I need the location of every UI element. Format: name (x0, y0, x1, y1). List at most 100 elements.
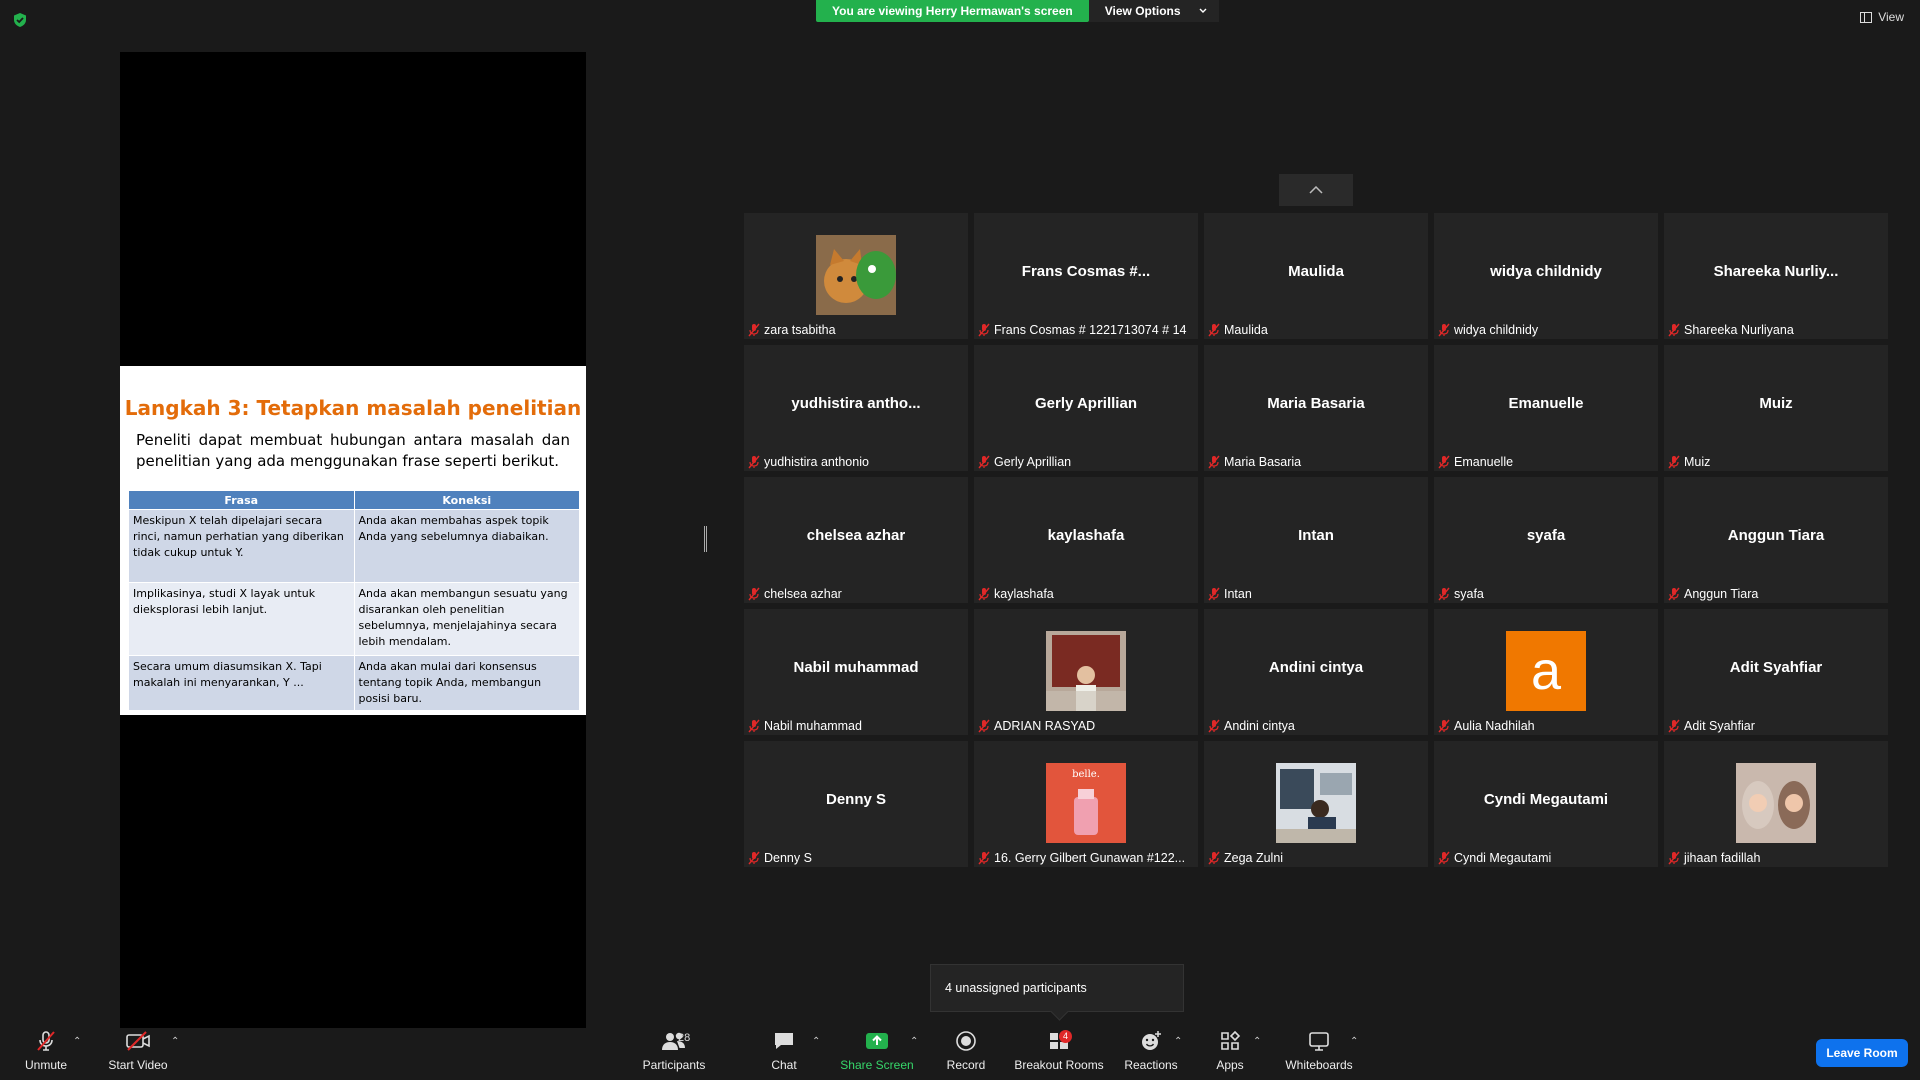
participant-tile[interactable]: Gerly Aprillian Gerly Aprillian (974, 345, 1198, 471)
gallery-page-up-button[interactable] (1279, 174, 1353, 206)
presentation-slide: Langkah 3: Tetapkan masalah penelitian P… (120, 366, 586, 715)
chat-button[interactable]: Chat (768, 1028, 800, 1076)
participant-display-name: Shareeka Nurliy... (1713, 263, 1839, 280)
participant-name: Maria Basaria (1224, 455, 1302, 469)
participant-tile[interactable]: syafa syafa (1434, 477, 1658, 603)
breakout-rooms-button[interactable]: 4 Breakout Rooms (1014, 1028, 1104, 1076)
participant-tile[interactable]: chelsea azhar chelsea azhar (744, 477, 968, 603)
participant-tile[interactable]: Zega Zulni (1204, 741, 1428, 867)
slide-table: Frasa Koneksi Meskipun X telah dipelajar… (128, 490, 580, 711)
avatar (1276, 763, 1356, 843)
participant-tile[interactable]: Anggun Tiara Anggun Tiara (1664, 477, 1888, 603)
whiteboards-button[interactable]: Whiteboards (1282, 1028, 1356, 1076)
participant-name: Maulida (1224, 323, 1268, 337)
view-button[interactable]: View (1860, 10, 1904, 24)
share-screen-icon (866, 1033, 888, 1049)
participant-name: jihaan fadillah (1684, 851, 1761, 865)
participant-name-label: Nabil muhammad (748, 719, 964, 733)
participant-tile[interactable]: Cyndi Megautami Cyndi Megautami (1434, 741, 1658, 867)
participant-name: Andini cintya (1224, 719, 1295, 733)
microphone-muted-icon (748, 719, 760, 733)
slide-body: Peneliti dapat membuat hubungan antara m… (136, 431, 570, 470)
whiteboard-icon (1309, 1032, 1329, 1051)
microphone-muted-icon (978, 719, 990, 733)
participant-display-name: Adit Syahfiar (1729, 659, 1823, 676)
unassigned-tooltip: 4 unassigned participants (930, 964, 1184, 1012)
participant-tile[interactable]: ADRIAN RASYAD (974, 609, 1198, 735)
participant-display-name: kaylashafa (1047, 527, 1125, 544)
leave-room-button[interactable]: Leave Room (1816, 1039, 1908, 1067)
participant-name-label: syafa (1438, 587, 1654, 601)
view-options-button[interactable]: View Options (1088, 0, 1219, 22)
resize-handle[interactable] (704, 526, 707, 552)
avatar (1736, 763, 1816, 843)
participant-tile[interactable]: Maria Basaria Maria Basaria (1204, 345, 1428, 471)
participant-name: Muiz (1684, 455, 1711, 469)
participant-tile[interactable]: Nabil muhammad Nabil muhammad (744, 609, 968, 735)
encryption-shield-icon[interactable] (12, 12, 28, 28)
record-label: Record (946, 1058, 986, 1072)
share-options-caret-icon[interactable]: ⌃ (910, 1036, 918, 1047)
view-options-label: View Options (1104, 4, 1181, 18)
participant-tile[interactable]: a Aulia Nadhilah (1434, 609, 1658, 735)
share-screen-button[interactable]: Share Screen (840, 1028, 914, 1076)
record-button[interactable]: Record (944, 1028, 988, 1076)
participant-tile[interactable]: Denny S Denny S (744, 741, 968, 867)
participant-tile[interactable]: Muiz Muiz (1664, 345, 1888, 471)
table-cell: Anda akan membahas aspek topik Anda yang… (353, 509, 580, 583)
participant-tile[interactable]: belle. 16. Gerry Gilbert Gunawan #122... (974, 741, 1198, 867)
participant-name-label: Cyndi Megautami (1438, 851, 1654, 865)
whiteboards-options-caret-icon[interactable]: ⌃ (1350, 1036, 1358, 1047)
view-label: View (1878, 10, 1904, 24)
participant-tile[interactable]: kaylashafa kaylashafa (974, 477, 1198, 603)
microphone-muted-icon (1438, 323, 1450, 337)
participant-display-name: Maulida (1288, 263, 1344, 280)
microphone-muted-icon (37, 1031, 55, 1051)
microphone-muted-icon (1208, 587, 1220, 601)
participant-tile[interactable]: Intan Intan (1204, 477, 1428, 603)
participant-name-label: Andini cintya (1208, 719, 1424, 733)
microphone-muted-icon (1668, 851, 1680, 865)
participant-tile[interactable]: yudhistira antho... yudhistira anthonio (744, 345, 968, 471)
participant-name-label: Anggun Tiara (1668, 587, 1884, 601)
participant-tile[interactable]: jihaan fadillah (1664, 741, 1888, 867)
participant-tile[interactable]: Adit Syahfiar Adit Syahfiar (1664, 609, 1888, 735)
avatar (816, 235, 896, 315)
chat-options-caret-icon[interactable]: ⌃ (812, 1036, 820, 1047)
video-options-caret-icon[interactable]: ⌃ (171, 1036, 179, 1047)
participant-name-label: Emanuelle (1438, 455, 1654, 469)
avatar: belle. (1046, 763, 1126, 843)
participants-button[interactable]: 28 Participants (642, 1028, 706, 1076)
breakout-rooms-label: Breakout Rooms (1014, 1058, 1104, 1072)
participant-name-label: kaylashafa (978, 587, 1194, 601)
apps-options-caret-icon[interactable]: ⌃ (1253, 1036, 1261, 1047)
participant-tile[interactable]: Maulida Maulida (1204, 213, 1428, 339)
participant-tile[interactable]: Andini cintya Andini cintya (1204, 609, 1428, 735)
participant-name-label: Gerly Aprillian (978, 455, 1194, 469)
table-cell: Anda akan membangun sesuatu yang disaran… (353, 582, 580, 656)
reactions-button[interactable]: Reactions (1124, 1028, 1178, 1076)
participant-tile[interactable]: Shareeka Nurliy... Shareeka Nurliyana (1664, 213, 1888, 339)
participant-tile[interactable]: zara tsabitha (744, 213, 968, 339)
start-video-button[interactable]: Start Video (106, 1028, 170, 1076)
participant-tile[interactable]: widya childnidy widya childnidy (1434, 213, 1658, 339)
apps-button[interactable]: Apps (1210, 1028, 1250, 1076)
microphone-muted-icon (1208, 719, 1220, 733)
microphone-muted-icon (1208, 455, 1220, 469)
slide-title: Langkah 3: Tetapkan masalah penelitian (124, 396, 582, 420)
reactions-options-caret-icon[interactable]: ⌃ (1174, 1036, 1182, 1047)
microphone-muted-icon (1668, 719, 1680, 733)
participant-tile[interactable]: Frans Cosmas #... Frans Cosmas # 12217130… (974, 213, 1198, 339)
chevron-down-icon (1199, 8, 1207, 13)
participant-tile[interactable]: Emanuelle Emanuelle (1434, 345, 1658, 471)
participant-display-name: widya childnidy (1490, 263, 1602, 280)
participant-display-name: Emanuelle (1508, 395, 1584, 412)
participant-name-label: Intan (1208, 587, 1424, 601)
participant-name: zara tsabitha (764, 323, 836, 337)
audio-options-caret-icon[interactable]: ⌃ (73, 1036, 81, 1047)
table-row: Secara umum diasumsikan X. Tapi makalah … (128, 655, 580, 711)
unmute-button[interactable]: Unmute (22, 1028, 70, 1076)
chevron-up-icon (1309, 186, 1323, 194)
start-video-label: Start Video (108, 1058, 168, 1072)
meeting-toolbar: Unmute ⌃ Start Video ⌃ 28 Participants C… (0, 1018, 1920, 1080)
